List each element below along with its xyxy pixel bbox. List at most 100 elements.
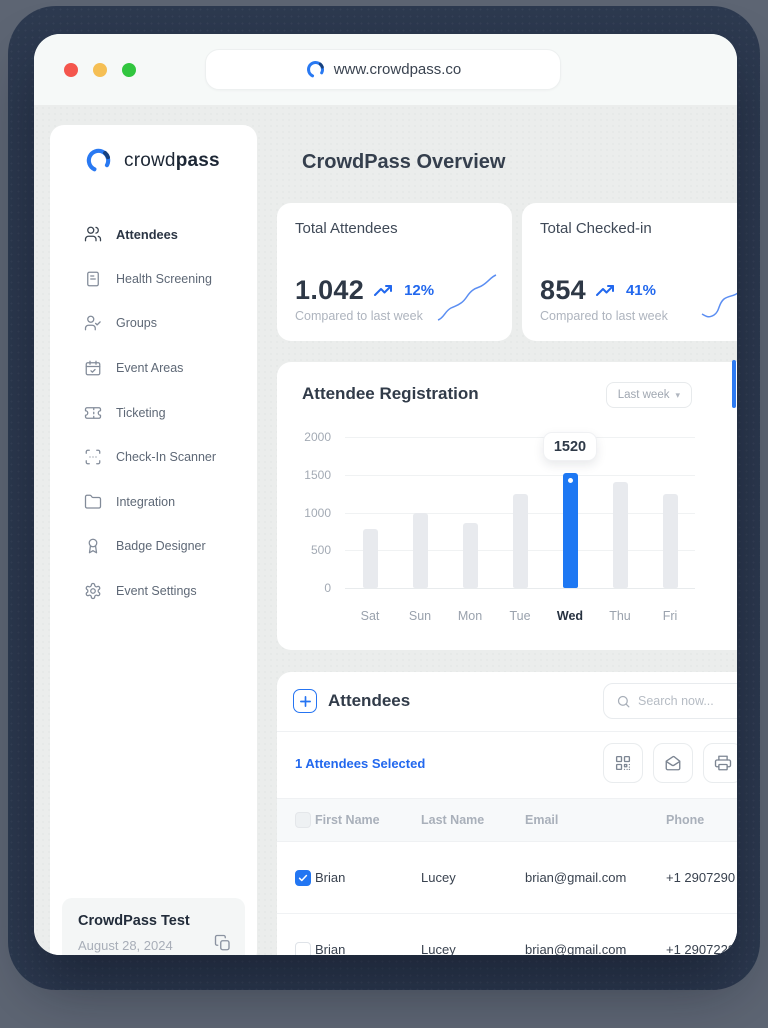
page-title: CrowdPass Overview: [302, 151, 506, 173]
page-content: crowdpass Attendees Health Screening Group…: [34, 105, 737, 955]
stat-value: 854: [540, 275, 586, 305]
y-axis-tick: 1500: [304, 467, 331, 482]
attendees-card: Attendees 1 Attendees Selected: [277, 672, 737, 955]
sidebar-item-label: Event Settings: [116, 584, 197, 599]
event-switcher-card[interactable]: CrowdPass Test August 28, 2024: [62, 898, 245, 955]
sidebar-item-label: Ticketing: [116, 405, 166, 420]
qr-code-button[interactable]: [603, 743, 643, 783]
attendees-header: Attendees: [277, 672, 737, 731]
scrollbar-thumb[interactable]: [732, 360, 736, 408]
printer-icon: [714, 755, 732, 771]
calendar-icon: [85, 360, 101, 376]
sidebar-item-label: Integration: [116, 494, 176, 509]
stat-value: 1.042: [295, 275, 365, 305]
trend-up-icon: [374, 285, 393, 296]
sidebar-item-event-settings[interactable]: Event Settings: [50, 569, 257, 614]
trend-up-icon: [595, 285, 614, 296]
row-checkbox[interactable]: [295, 941, 311, 955]
chevron-down-icon: ▾: [675, 389, 680, 400]
sidebar-item-label: Groups: [116, 316, 157, 331]
main-area: CrowdPass Overview Total Attendees 1.042…: [277, 105, 737, 955]
attendees-title: Attendees: [328, 691, 411, 710]
stat-card-total-attendees: Total Attendees 1.042 12% Compared to la…: [277, 203, 512, 341]
event-date: August 28, 2024: [78, 938, 173, 953]
scanner-icon: [85, 449, 101, 465]
sidebar-item-badge-designer[interactable]: Badge Designer: [50, 524, 257, 569]
envelope-icon: [665, 755, 681, 771]
divider: [277, 731, 737, 732]
bar-mon[interactable]: [462, 523, 478, 588]
user-check-icon: [84, 316, 101, 331]
address-bar[interactable]: www.crowdpass.co: [205, 49, 561, 90]
sidebar-item-event-areas[interactable]: Event Areas: [50, 346, 257, 391]
column-header-email: Email: [525, 813, 559, 827]
highlight-marker: [564, 475, 576, 487]
stat-title: Total Checked-in: [540, 220, 652, 237]
selected-count-link[interactable]: 1 Attendees Selected: [295, 756, 425, 771]
cell-email: brian@gmail.com: [525, 942, 627, 955]
stat-card-total-checked-in: Total Checked-in 854 41% Compared to las…: [522, 203, 737, 341]
folder-icon: [84, 494, 102, 509]
table-row[interactable]: Brian Lucey brian@gmail.com +1 2907290: [277, 842, 737, 914]
select-all-checkbox[interactable]: [295, 812, 311, 828]
cell-phone: +1 2907290: [666, 870, 736, 885]
sidebar-item-ticketing[interactable]: Ticketing: [50, 390, 257, 435]
close-window-button[interactable]: [64, 63, 78, 77]
cell-last-name: Lucey: [421, 942, 456, 955]
ticket-icon: [84, 406, 102, 419]
table-row[interactable]: Brian Lucey brian@gmail.com +1 2907229: [277, 914, 737, 955]
y-axis-tick: 1000: [304, 505, 331, 520]
cell-first-name: Brian: [315, 870, 346, 885]
plus-icon: [299, 695, 311, 707]
sidebar-item-groups[interactable]: Groups: [50, 301, 257, 346]
add-attendee-button[interactable]: [293, 689, 317, 713]
attendee-registration-card: Attendee Registration Last week ▾ 2000 15…: [277, 362, 737, 650]
cell-phone: +1 2907229: [666, 942, 736, 955]
cell-email: brian@gmail.com: [525, 870, 627, 885]
stat-change: 41%: [625, 282, 656, 299]
bar-wed[interactable]: [562, 473, 578, 588]
date-range-label: Last week: [617, 389, 670, 401]
app-logo: crowdpass: [84, 146, 220, 175]
sidebar-item-health-screening[interactable]: Health Screening: [50, 257, 257, 302]
users-icon: [84, 226, 102, 242]
bar-sat[interactable]: [362, 529, 378, 588]
email-button[interactable]: [653, 743, 693, 783]
browser-topbar: www.crowdpass.co: [34, 34, 737, 105]
stat-subtitle: Compared to last week: [295, 309, 423, 323]
print-button[interactable]: [703, 743, 737, 783]
qr-code-icon: [615, 755, 631, 771]
y-axis-tick: 2000: [304, 430, 331, 444]
crowdpass-logo-icon: [306, 61, 324, 78]
gridline: [345, 437, 695, 438]
x-axis-label: Sat: [360, 609, 380, 623]
maximize-window-button[interactable]: [122, 63, 136, 77]
sidebar-item-label: Attendees: [116, 226, 178, 242]
y-axis-tick: 500: [310, 543, 331, 558]
check-icon: [298, 874, 308, 881]
sidebar-item-check-in-scanner[interactable]: Check-In Scanner: [50, 435, 257, 480]
x-axis-label: Sun: [408, 609, 432, 623]
x-axis-label: Tue: [509, 609, 531, 623]
cell-last-name: Lucey: [421, 870, 456, 885]
x-axis-label: Wed: [556, 609, 584, 623]
column-header-phone: Phone: [666, 813, 705, 827]
gridline: [345, 588, 695, 589]
column-header-first-name: First Name: [315, 813, 380, 827]
bar-tue[interactable]: [512, 493, 528, 588]
sidebar-item-integration[interactable]: Integration: [50, 480, 257, 525]
gear-icon: [85, 582, 101, 600]
column-header-last-name: Last Name: [421, 813, 485, 827]
date-range-dropdown[interactable]: Last week ▾: [605, 382, 692, 408]
sidebar-item-attendees[interactable]: Attendees: [50, 212, 257, 257]
minimize-window-button[interactable]: [93, 63, 107, 77]
bar-thu[interactable]: [612, 482, 628, 588]
bar-sun[interactable]: [412, 512, 428, 588]
bar-fri[interactable]: [662, 493, 678, 588]
badge-icon: [88, 539, 98, 554]
row-checkbox[interactable]: [295, 869, 311, 886]
stat-title: Total Attendees: [295, 220, 398, 237]
x-axis-label: Fri: [662, 609, 678, 623]
copy-icon[interactable]: [214, 934, 232, 952]
sidebar-item-label: Event Areas: [116, 361, 184, 376]
